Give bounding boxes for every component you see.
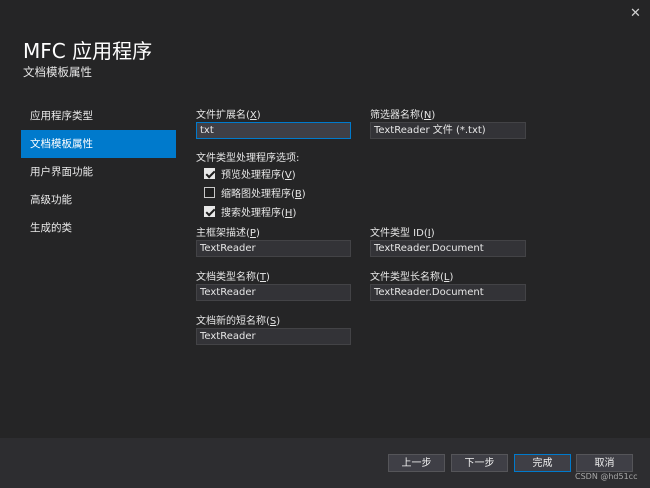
thumbnail-handler-checkbox[interactable] <box>204 186 215 198</box>
file-ext-label: 文件扩展名(X) <box>196 110 261 121</box>
file-ext-input[interactable]: txt <box>196 122 351 139</box>
doc-type-name-label: 文档类型名称(T) <box>196 272 270 283</box>
close-icon[interactable]: ✕ <box>630 6 641 21</box>
preview-handler-label: 预览处理程序(V) <box>221 169 296 181</box>
page-title: MFC 应用程序 <box>23 39 153 63</box>
nav-item-app-type[interactable]: 应用程序类型 <box>21 102 176 130</box>
wizard-nav: 应用程序类型 文档模板属性 用户界面功能 高级功能 生成的类 <box>21 101 176 242</box>
preview-handler-checkbox[interactable] <box>204 167 215 179</box>
search-handler-option[interactable]: 搜索处理程序(H) <box>204 203 296 219</box>
search-handler-checkbox[interactable] <box>204 205 215 217</box>
handler-options-label: 文件类型处理程序选项: <box>196 153 300 164</box>
main-frame-caption-input[interactable]: TextReader <box>196 240 351 257</box>
watermark: CSDN @hd51cc <box>575 472 638 481</box>
file-type-id-label: 文件类型 ID(I) <box>370 228 435 239</box>
finish-button[interactable]: 完成 <box>514 454 571 472</box>
new-short-name-label: 文档新的短名称(S) <box>196 316 281 327</box>
preview-handler-option[interactable]: 预览处理程序(V) <box>204 165 296 181</box>
file-type-long-name-label: 文件类型长名称(L) <box>370 272 454 283</box>
main-frame-caption-label: 主框架描述(P) <box>196 228 260 239</box>
cancel-button[interactable]: 取消 <box>576 454 633 472</box>
doc-type-name-input[interactable]: TextReader <box>196 284 351 301</box>
nav-item-generated-classes[interactable]: 生成的类 <box>21 214 176 242</box>
thumbnail-handler-label: 缩略图处理程序(B) <box>221 188 306 200</box>
new-short-name-input[interactable]: TextReader <box>196 328 351 345</box>
search-handler-label: 搜索处理程序(H) <box>221 207 297 219</box>
file-type-id-input[interactable]: TextReader.Document <box>370 240 526 257</box>
thumbnail-handler-option[interactable]: 缩略图处理程序(B) <box>204 184 306 200</box>
nav-item-advanced[interactable]: 高级功能 <box>21 186 176 214</box>
prev-button[interactable]: 上一步 <box>388 454 445 472</box>
nav-item-doc-template[interactable]: 文档模板属性 <box>21 130 176 158</box>
filter-name-label: 筛选器名称(N) <box>370 110 436 121</box>
file-type-long-name-input[interactable]: TextReader.Document <box>370 284 526 301</box>
nav-item-ui-features[interactable]: 用户界面功能 <box>21 158 176 186</box>
page-subtitle: 文档模板属性 <box>23 65 92 79</box>
filter-name-input[interactable]: TextReader 文件 (*.txt) <box>370 122 526 139</box>
next-button[interactable]: 下一步 <box>451 454 508 472</box>
